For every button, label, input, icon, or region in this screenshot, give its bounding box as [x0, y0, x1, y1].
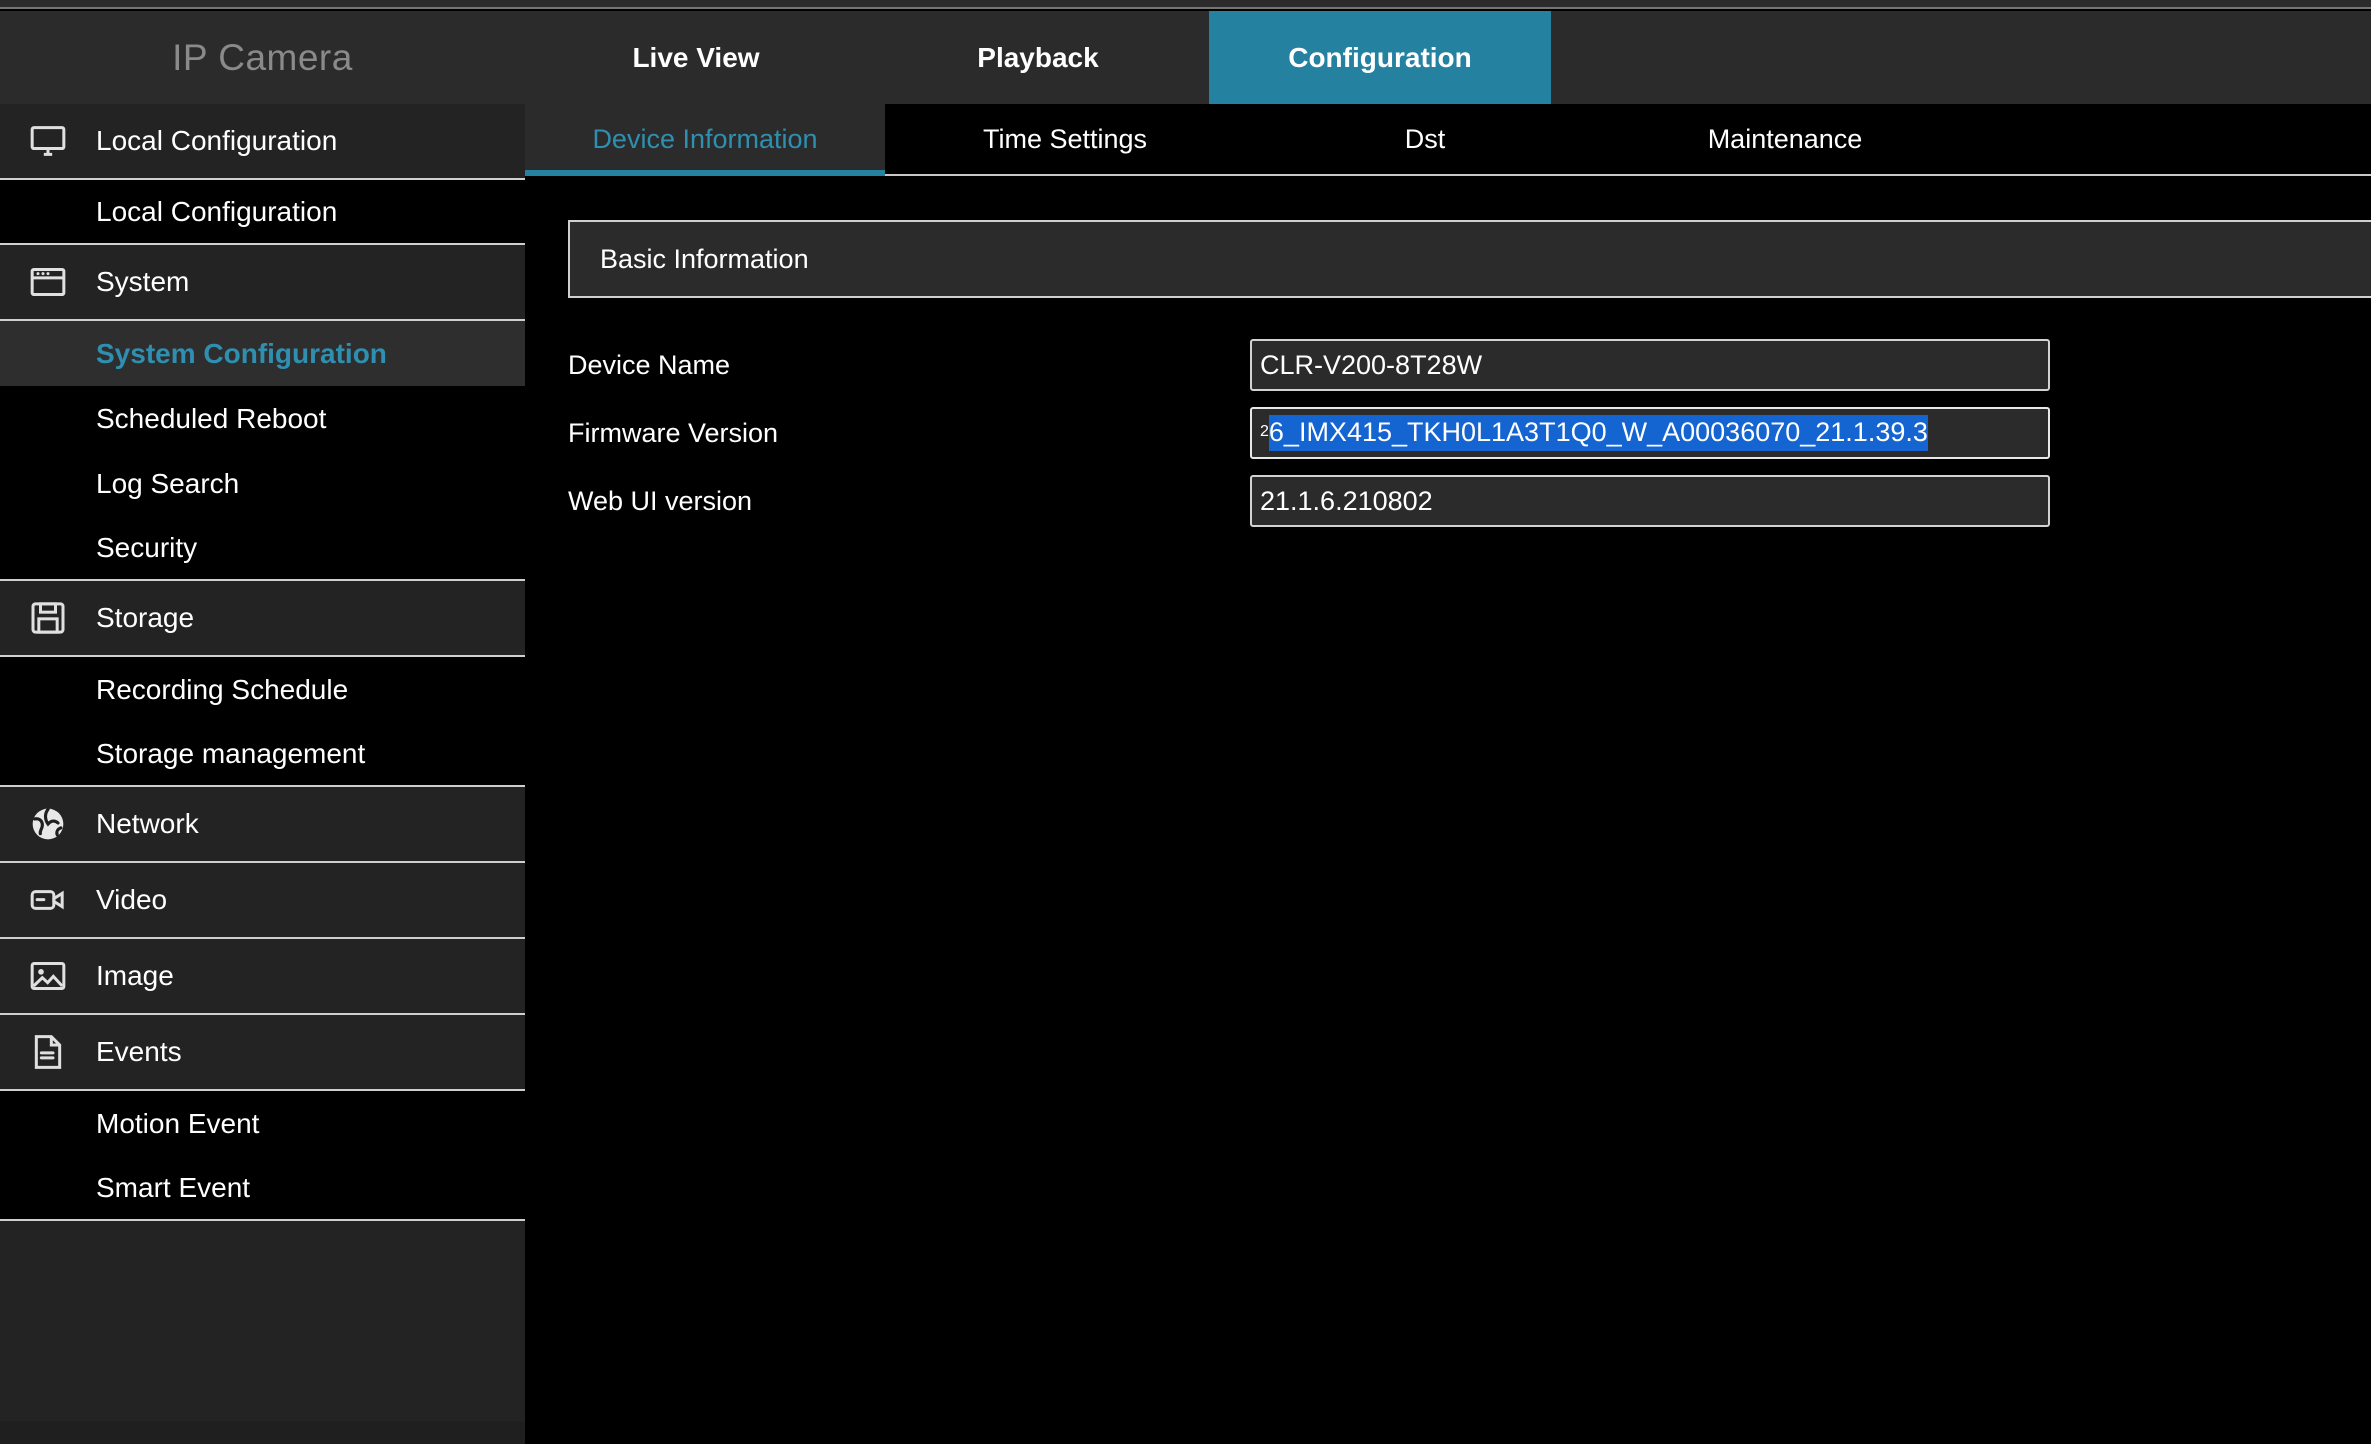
sidebar-item-video[interactable]: Video: [0, 863, 525, 939]
sidebar-subitem-system-configuration[interactable]: System Configuration: [0, 321, 525, 386]
sidebar-item-storage[interactable]: Storage: [0, 581, 525, 657]
sidebar-item-label: System Configuration: [96, 337, 387, 369]
firmware-version-value-selected: 6_IMX415_TKH0L1A3T1Q0_W_A00036070_21.1.3…: [1268, 415, 1928, 451]
sidebar-item-label: Image: [96, 960, 174, 991]
form-row-device-name: Device Name CLR-V200-8T28W: [525, 331, 2371, 399]
sidebar-nav: Local Configuration Local Configuration …: [0, 104, 525, 1444]
device-name-value: CLR-V200-8T28W: [1260, 349, 1483, 380]
sidebar-item-local-configuration[interactable]: Local Configuration: [0, 104, 525, 180]
device-information-form: Device Name CLR-V200-8T28W Firmware Vers…: [525, 331, 2371, 535]
monitor-icon: [0, 121, 96, 161]
web-ui-version-label: Web UI version: [568, 485, 753, 516]
sidebar-item-image[interactable]: Image: [0, 939, 525, 1015]
form-row-firmware-version: Firmware Version 2 6_IMX415_TKH0L1A3T1Q0_…: [525, 399, 2371, 467]
sidebar-item-label: Events: [96, 1036, 182, 1067]
sidebar-item-network[interactable]: Network: [0, 787, 525, 863]
document-icon: [0, 1032, 96, 1072]
sidebar-subitem-security[interactable]: Security: [0, 516, 525, 581]
firmware-version-label: Firmware Version: [568, 417, 779, 448]
firmware-version-input[interactable]: 2 6_IMX415_TKH0L1A3T1Q0_W_A00036070_21.1.…: [1250, 407, 2050, 459]
sidebar-item-label: Network: [96, 808, 199, 839]
subtab-dst[interactable]: Dst: [1245, 104, 1605, 174]
device-name-input[interactable]: CLR-V200-8T28W: [1250, 339, 2050, 391]
sidebar-item-label: Motion Event: [96, 1107, 260, 1139]
tab-configuration[interactable]: Configuration: [1209, 11, 1551, 104]
app-brand-title: IP Camera: [172, 36, 353, 78]
main-tab-bar: Live View Playback Configuration: [525, 11, 1551, 104]
basic-information-panel-header: Basic Information: [568, 220, 2371, 298]
picture-icon: [0, 956, 96, 996]
sidebar-item-label: Storage management: [96, 737, 366, 769]
sidebar-subitem-recording-schedule[interactable]: Recording Schedule: [0, 657, 525, 722]
web-ui-version-value: 21.1.6.210802: [1260, 485, 1433, 516]
tab-playback[interactable]: Playback: [867, 11, 1209, 104]
window-icon: [0, 262, 96, 302]
sidebar-item-label: Smart Event: [96, 1171, 251, 1203]
sidebar-subitem-local-configuration[interactable]: Local Configuration: [0, 180, 525, 245]
panel-title: Basic Information: [600, 243, 809, 274]
sidebar-subitem-log-search[interactable]: Log Search: [0, 451, 525, 516]
camcorder-icon: [0, 880, 96, 920]
firmware-version-value-head: 2: [1256, 421, 1269, 445]
sidebar-item-label: Storage: [96, 602, 195, 633]
tab-live-view[interactable]: Live View: [525, 11, 867, 104]
main-content: Basic Information Device Name CLR-V200-8…: [525, 176, 2371, 1444]
ip-camera-config-page: IP Camera Live View Playback Configurati…: [0, 0, 2371, 1444]
sub-tab-bar: Device Information Time Settings Dst Mai…: [525, 104, 2371, 176]
globe-icon: [0, 804, 96, 844]
sidebar-item-label: Local Configuration: [96, 125, 338, 156]
sidebar-subitem-motion-event[interactable]: Motion Event: [0, 1091, 525, 1156]
web-ui-version-input[interactable]: 21.1.6.210802: [1250, 475, 2050, 527]
window-chrome-strip: [0, 0, 2371, 9]
subtab-maintenance[interactable]: Maintenance: [1605, 104, 1965, 174]
sidebar-item-label: Video: [96, 884, 168, 915]
sidebar-item-label: Local Configuration: [96, 195, 338, 227]
sidebar-item-events[interactable]: Events: [0, 1015, 525, 1091]
floppy-disk-icon: [0, 598, 96, 638]
subtab-time-settings[interactable]: Time Settings: [885, 104, 1245, 174]
sidebar-item-label: Recording Schedule: [96, 673, 349, 705]
sidebar-item-label: Security: [96, 531, 198, 563]
sidebar-item-system[interactable]: System: [0, 245, 525, 321]
sidebar-subitem-storage-management[interactable]: Storage management: [0, 722, 525, 787]
sidebar-subitem-scheduled-reboot[interactable]: Scheduled Reboot: [0, 386, 525, 451]
sidebar-item-label: System: [96, 266, 190, 297]
app-header: IP Camera Live View Playback Configurati…: [0, 11, 2371, 104]
device-name-label: Device Name: [568, 349, 731, 380]
form-row-web-ui-version: Web UI version 21.1.6.210802: [525, 467, 2371, 535]
sidebar-item-label: Log Search: [96, 467, 240, 499]
sidebar-empty-space: [0, 1221, 525, 1421]
sidebar-item-label: Scheduled Reboot: [96, 402, 327, 434]
subtab-device-information[interactable]: Device Information: [525, 104, 885, 176]
sidebar-subitem-smart-event[interactable]: Smart Event: [0, 1156, 525, 1221]
